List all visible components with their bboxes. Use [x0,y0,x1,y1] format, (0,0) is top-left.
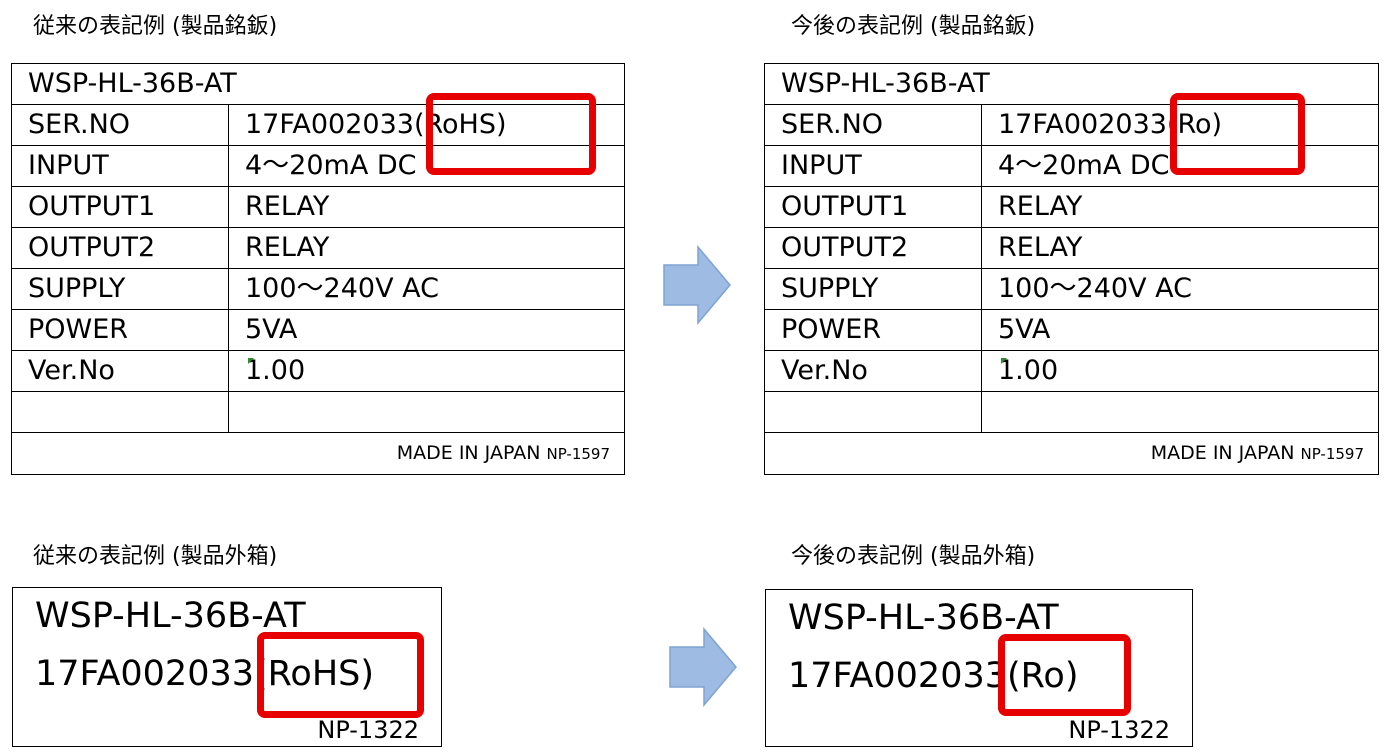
plate-value-supply: 100～240V AC [981,268,1379,310]
caption-new-box: 今後の表記例 (製品外箱) [791,544,1036,569]
plate-code: NP-1597 [1300,445,1364,463]
plate-label-output1: OUTPUT1 [11,186,229,228]
made-in-label: MADE IN JAPAN [396,442,541,464]
right-arrow-icon [663,245,731,325]
plate-value-supply: 100～240V AC [228,268,625,310]
plate-blank-cell [981,391,1379,433]
plate-value-output1: RELAY [981,186,1379,228]
plate-blank-cell [228,391,625,433]
plate-label-version: Ver.No [11,350,229,392]
plate-value-version: 1.00 [981,350,1379,392]
box-code: NP-1322 [1068,716,1170,744]
plate-label-output2: OUTPUT2 [764,227,982,269]
caption-old-box: 従来の表記例 (製品外箱) [33,544,278,569]
plate-label-power: POWER [11,309,229,351]
plate-code: NP-1597 [546,445,610,463]
plate-label-output1: OUTPUT1 [764,186,982,228]
box-code: NP-1322 [317,716,419,744]
plate-label-serial: SER.NO [764,104,982,146]
plate-value-power: 5VA [228,309,625,351]
old-box-rohs-highlight [257,632,424,718]
plate-label-output2: OUTPUT2 [11,227,229,269]
plate-value-version: 1.00 [228,350,625,392]
plate-value-output2: RELAY [981,227,1379,269]
plate-value-power: 5VA [981,309,1379,351]
plate-label-supply: SUPPLY [764,268,982,310]
plate-label-supply: SUPPLY [11,268,229,310]
plate-value-output2: RELAY [228,227,625,269]
arrow-shape [663,245,731,325]
plate-value-output1: RELAY [228,186,625,228]
plate-blank-cell [11,391,229,433]
cell-marker-icon [1001,358,1007,364]
new-box-ro-highlight [998,634,1131,716]
plate-label-input: INPUT [11,145,229,187]
old-plate-rohs-highlight [426,93,596,175]
new-plate-ro-highlight [1170,93,1305,175]
plate-blank-cell [764,391,982,433]
made-in-label: MADE IN JAPAN [1150,442,1295,464]
plate-label-version: Ver.No [764,350,982,392]
cell-marker-icon [248,358,254,364]
caption-old-plate: 従来の表記例 (製品銘鈑) [33,14,278,39]
plate-label-serial: SER.NO [11,104,229,146]
arrow-shape [669,627,737,707]
plate-footer: MADE IN JAPAN NP-1597 [764,432,1379,475]
plate-label-power: POWER [764,309,982,351]
right-arrow-icon [669,627,737,707]
caption-new-plate: 今後の表記例 (製品銘鈑) [791,14,1036,39]
plate-label-input: INPUT [764,145,982,187]
plate-footer: MADE IN JAPAN NP-1597 [11,432,625,475]
